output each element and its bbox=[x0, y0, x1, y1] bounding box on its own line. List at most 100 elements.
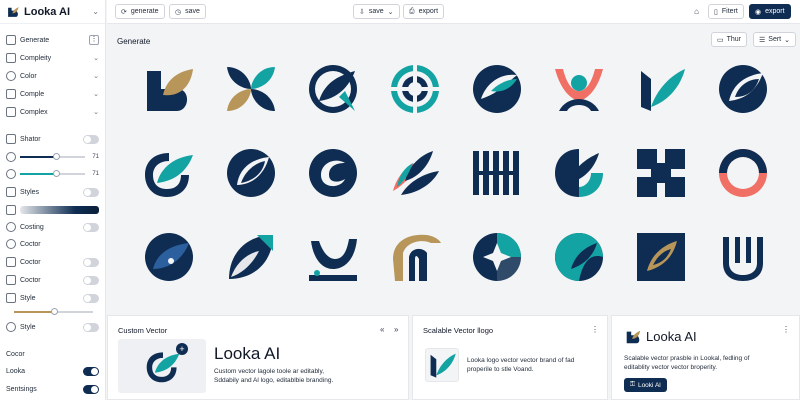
chevron-down-icon[interactable]: ⌄ bbox=[93, 90, 99, 98]
logo-preview[interactable]: + bbox=[118, 339, 206, 393]
chevron-down-icon[interactable]: ⌄ bbox=[93, 54, 99, 62]
panel-title: Scalable Vector llogo bbox=[423, 326, 494, 335]
save-menu-button[interactable]: ⇩ save ⌄ bbox=[353, 4, 400, 19]
sidebar-item-styles[interactable]: Styles bbox=[6, 185, 99, 199]
brand-header[interactable]: Looka AI ⌄ bbox=[0, 0, 105, 24]
panel-description: Looka logo vector vector brand of fad pr… bbox=[467, 356, 574, 374]
logo-option[interactable] bbox=[141, 61, 197, 117]
logo-option[interactable] bbox=[305, 229, 361, 285]
export-primary-button[interactable]: ◉ export bbox=[749, 4, 791, 19]
sidebar-item-style-1[interactable]: Style bbox=[6, 291, 99, 305]
sidebar-item-label: Sentsings bbox=[6, 385, 37, 393]
style-slider[interactable] bbox=[14, 308, 93, 315]
chevron-down-icon[interactable]: ⌄ bbox=[93, 72, 99, 80]
slider-handle[interactable] bbox=[52, 170, 60, 177]
logo-option[interactable] bbox=[633, 229, 689, 285]
logo-option[interactable] bbox=[387, 61, 443, 117]
generate-button[interactable]: ⟳ generate bbox=[115, 4, 165, 19]
more-icon[interactable]: ⋮ bbox=[591, 325, 599, 334]
globe-icon: ◉ bbox=[755, 8, 762, 16]
chevron-down-icon[interactable]: ⌄ bbox=[92, 7, 99, 16]
looka-ai-button[interactable]: ⚿ Looki Al bbox=[624, 378, 667, 392]
logo-option[interactable] bbox=[633, 145, 689, 201]
logo-option[interactable] bbox=[715, 229, 771, 285]
slider-row-2: 71 bbox=[6, 167, 99, 181]
style-toggle-1[interactable] bbox=[83, 293, 99, 303]
coctor-toggle-2[interactable] bbox=[83, 275, 99, 285]
sidebar-item-cocor[interactable]: Cocor bbox=[6, 347, 99, 361]
logo-option[interactable] bbox=[551, 145, 607, 201]
shapes-icon bbox=[6, 89, 16, 99]
looka-toggle[interactable] bbox=[83, 366, 99, 376]
settings-toggle[interactable] bbox=[83, 384, 99, 394]
slider-handle[interactable] bbox=[52, 153, 60, 160]
color-slider[interactable] bbox=[20, 170, 85, 177]
logo-option[interactable] bbox=[141, 229, 197, 285]
sidebar-item-style-2[interactable]: Style bbox=[6, 320, 99, 334]
slider-handle[interactable] bbox=[50, 308, 58, 315]
slider-row-3 bbox=[6, 305, 99, 319]
costing-toggle[interactable] bbox=[83, 222, 99, 232]
sidebar-item-label: Coctor bbox=[20, 276, 41, 284]
export-button[interactable]: ⎙ export bbox=[403, 4, 445, 19]
logo-option[interactable] bbox=[715, 61, 771, 117]
complexity-slider[interactable] bbox=[20, 153, 85, 160]
gallery-title: Generate bbox=[117, 37, 151, 46]
logo-option[interactable] bbox=[469, 145, 525, 201]
logo-option[interactable] bbox=[387, 145, 443, 201]
more-icon[interactable]: ⋮ bbox=[89, 35, 99, 45]
layers-icon bbox=[6, 53, 16, 63]
logo-option[interactable] bbox=[223, 61, 279, 117]
logo-option[interactable] bbox=[633, 61, 689, 117]
sidebar-item-coctor-1[interactable]: Coctor bbox=[6, 237, 99, 251]
logo-option[interactable] bbox=[387, 229, 443, 285]
notification-icon[interactable]: ⌂ bbox=[689, 4, 704, 19]
save-button[interactable]: ◷ save bbox=[169, 4, 206, 19]
logo-option[interactable] bbox=[469, 229, 525, 285]
logo-option[interactable] bbox=[715, 145, 771, 201]
logo-option[interactable] bbox=[141, 145, 197, 201]
sidebar-item-color[interactable]: Color ⌄ bbox=[6, 69, 99, 83]
add-icon[interactable]: + bbox=[176, 343, 188, 355]
chevron-down-icon[interactable]: ⌄ bbox=[93, 108, 99, 116]
logo-option[interactable] bbox=[223, 229, 279, 285]
gradient-picker[interactable] bbox=[20, 206, 99, 214]
styles-toggle[interactable] bbox=[83, 187, 99, 197]
filter-button[interactable]: ▯ Fitert bbox=[708, 4, 744, 19]
top-toolbar: ⟳ generate ◷ save ⇩ save ⌄ ⎙ export ⌂ ▯ … bbox=[107, 0, 800, 24]
more-icon[interactable]: ⋮ bbox=[782, 325, 790, 334]
sidebar-item-coctor-3[interactable]: Coctor bbox=[6, 273, 99, 287]
sort-button[interactable]: ☰ Sert ⌄ bbox=[753, 32, 796, 47]
sidebar-item-shator[interactable]: Shator bbox=[6, 132, 99, 146]
logo-option[interactable] bbox=[551, 229, 607, 285]
sidebar-item-settings[interactable]: Sentsings bbox=[6, 382, 99, 396]
sidebar-item-generate[interactable]: Generate ⋮ bbox=[6, 33, 99, 47]
sidebar-item-label: Comple bbox=[20, 90, 45, 98]
logo-option[interactable] bbox=[223, 145, 279, 201]
logo-option[interactable] bbox=[469, 61, 525, 117]
logo-thumbnail[interactable] bbox=[425, 348, 459, 382]
style-toggle-2[interactable] bbox=[83, 322, 99, 332]
thumbnail-button[interactable]: ▭ Thur bbox=[711, 32, 748, 47]
panel-description: Custom vector lagole toole ar editably, … bbox=[214, 367, 333, 385]
brand-name: Looka AI bbox=[214, 344, 281, 363]
sidebar-item-comple[interactable]: Comple ⌄ bbox=[6, 87, 99, 101]
cta-label: Looki Al bbox=[637, 381, 661, 389]
logo-option[interactable] bbox=[305, 145, 361, 201]
sidebar-item-complex[interactable]: Complex ⌄ bbox=[6, 105, 99, 119]
logo-option[interactable] bbox=[305, 61, 361, 117]
target-icon bbox=[6, 239, 16, 249]
desc-line: Scalable vector prasble in Lookal, fedli… bbox=[624, 355, 750, 362]
clock-icon: ◷ bbox=[175, 8, 182, 16]
logo-option[interactable] bbox=[551, 61, 607, 117]
desc-line: editablity vector vector broperity. bbox=[624, 364, 718, 371]
collapse-icon[interactable]: « bbox=[380, 325, 384, 334]
expand-icon[interactable]: » bbox=[394, 325, 398, 334]
sidebar-item-coctor-2[interactable]: Coctor bbox=[6, 255, 99, 269]
coctor-toggle-1[interactable] bbox=[83, 257, 99, 267]
shator-toggle[interactable] bbox=[83, 134, 99, 144]
sidebar-item-costing[interactable]: Costing bbox=[6, 220, 99, 234]
sidebar-item-looka[interactable]: Looka bbox=[6, 364, 99, 378]
sidebar-item-complexity[interactable]: Compleity ⌄ bbox=[6, 51, 99, 65]
filter-icon: ▯ bbox=[714, 8, 718, 16]
